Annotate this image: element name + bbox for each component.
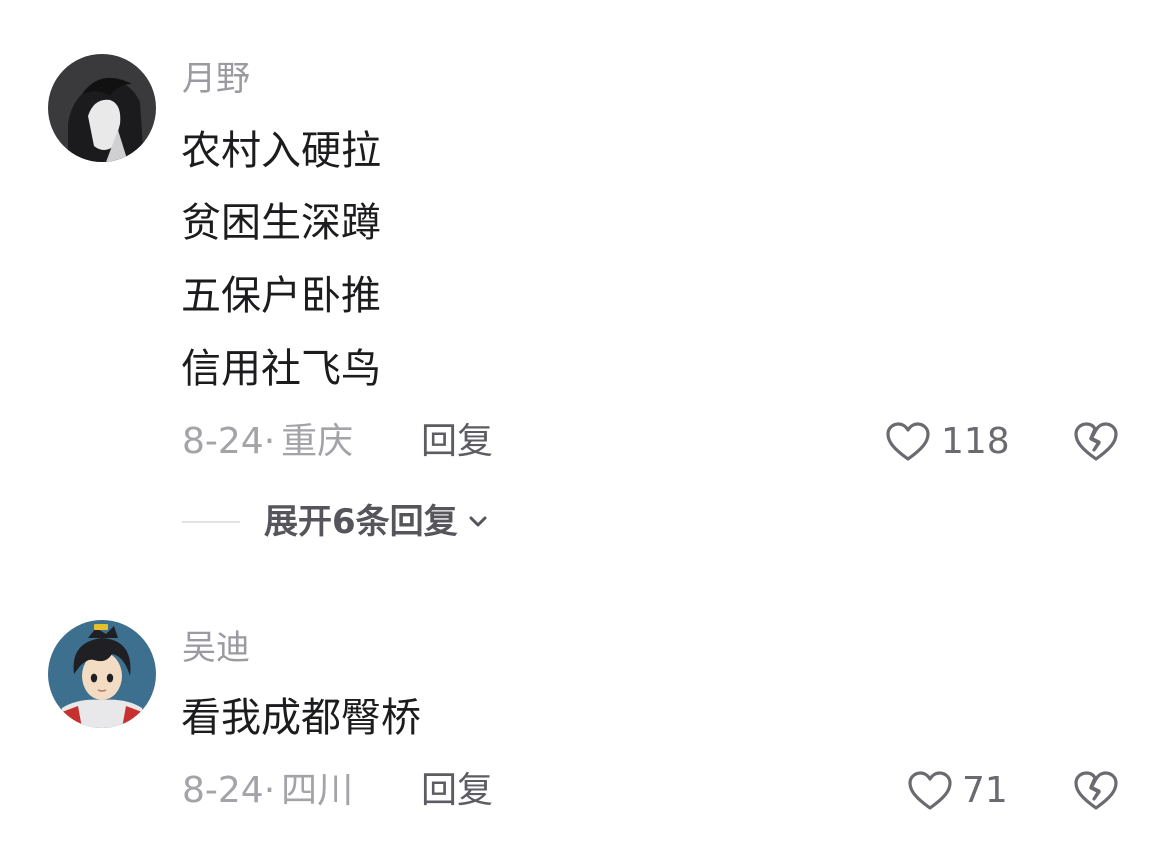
username[interactable]: 月野	[182, 62, 250, 96]
reply-button[interactable]: 回复	[421, 773, 493, 809]
avatar[interactable]	[48, 54, 156, 162]
meta-separator: ·	[263, 421, 276, 462]
username[interactable]: 吴迪	[182, 631, 250, 665]
reply-button[interactable]: 回复	[421, 424, 493, 460]
comment-location: 重庆	[281, 421, 354, 462]
comment-date: 8-24	[182, 421, 264, 462]
expand-replies-label: 展开6条回复	[264, 502, 458, 542]
like-count: 71	[962, 770, 1008, 811]
comment-location: 四川	[281, 770, 354, 811]
avatar[interactable]	[48, 620, 156, 728]
like-count: 118	[941, 421, 1010, 462]
comment-meta: 8-24· 重庆	[182, 424, 353, 460]
expand-replies-button[interactable]: 展开6条回复	[264, 505, 490, 539]
anime-boy-avatar-icon	[48, 620, 156, 728]
dark-silhouette-avatar-icon	[48, 54, 156, 162]
comment-meta: 8-24· 四川	[182, 773, 353, 809]
comment-list: 月野 农村入硬拉 贫困生深蹲 五保户卧推 信用社飞鸟 8-24· 重庆 回复 11…	[0, 0, 1169, 843]
heart-outline-icon[interactable]	[906, 767, 954, 819]
comment-text-line: 农村入硬拉	[181, 128, 381, 174]
heart-outline-icon[interactable]	[884, 418, 932, 470]
comment-date: 8-24	[182, 770, 264, 811]
expand-divider	[182, 521, 240, 523]
comment-text-line: 信用社飞鸟	[181, 346, 381, 392]
meta-separator: ·	[263, 770, 276, 811]
broken-heart-icon[interactable]	[1072, 767, 1120, 819]
chevron-down-icon	[469, 516, 487, 527]
comment-text-line: 贫困生深蹲	[181, 200, 381, 246]
comment-text-line: 五保户卧推	[181, 273, 381, 319]
comment-text-line: 看我成都臀桥	[181, 695, 421, 741]
broken-heart-icon[interactable]	[1072, 418, 1120, 470]
